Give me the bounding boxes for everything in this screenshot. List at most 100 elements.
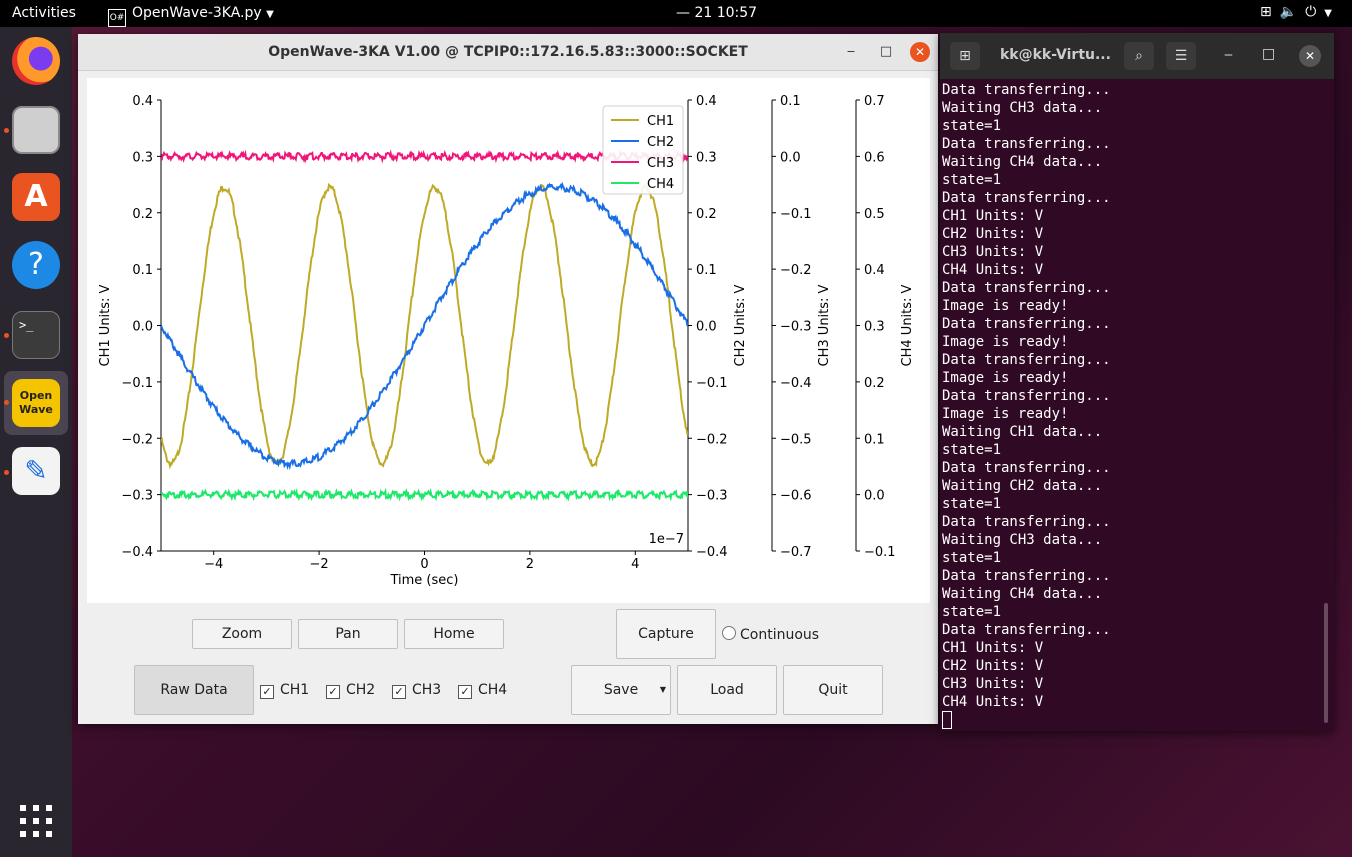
ch1-ytick-label: −0.2 (121, 432, 153, 447)
series-ch2-line (161, 181, 688, 471)
ch2-ytick-label: −0.1 (696, 376, 728, 391)
ch2-ytick-label: 0.2 (696, 207, 717, 222)
files-icon[interactable] (12, 106, 60, 154)
terminal-titlebar[interactable]: ⊞ kk@kk-Virtu... ⌕ ☰ ‒ □ ✕ (940, 33, 1334, 79)
window-titlebar[interactable]: OpenWave-3KA V1.00 @ TCPIP0::172.16.5.83… (78, 34, 938, 71)
terminal-scrollbar[interactable] (1324, 603, 1328, 723)
plot-canvas[interactable]: 0.4 0.3 0.2 0.1 0.0 −0.1 −0.2 −0.3 −0.4 0.4 0.3 0.2… (87, 78, 930, 603)
waveform-chart: 0.4 0.3 0.2 0.1 0.0 −0.1 −0.2 −0.3 −0.4 0.4 0.3 0.2… (98, 94, 915, 588)
ch3-ytick-label: −0.2 (780, 263, 812, 278)
ch2-ytick-label: 0.4 (696, 94, 717, 109)
ch3-checkbox[interactable]: ✓ CH3 (392, 682, 441, 699)
clock[interactable]: — 21 10:57 (676, 5, 757, 21)
close-icon[interactable]: ✕ (910, 42, 930, 62)
ch3-ytick-label: 0.1 (780, 94, 801, 109)
ch4-ytick-label: 0.4 (864, 263, 885, 278)
terminal-title: kk@kk-Virtu... (1000, 47, 1111, 63)
continuous-radio[interactable]: Continuous (722, 626, 819, 643)
terminal-output[interactable]: Data transferring... Waiting CH3 data... s… (942, 81, 1322, 731)
series-ch4-line (161, 487, 688, 502)
ch4-ytick-label: 0.3 (864, 320, 885, 335)
running-indicator (4, 400, 9, 405)
save-button[interactable]: Save ▼ (571, 665, 671, 715)
network-icon[interactable]: ⊞ (1260, 4, 1280, 20)
new-tab-icon[interactable]: ⊞ (950, 42, 980, 70)
maximize-icon[interactable]: □ (877, 43, 895, 61)
volume-icon[interactable]: 🔈 (1280, 4, 1305, 20)
text-editor-icon[interactable]: ✎ (12, 447, 60, 495)
ch1-ytick-label: 0.2 (132, 207, 153, 222)
load-button[interactable]: Load (677, 665, 777, 715)
ch4-ytick-label: 0.7 (864, 94, 885, 109)
apps-grid-icon[interactable] (20, 805, 52, 837)
continuous-label: Continuous (740, 627, 820, 643)
dropdown-arrow-icon[interactable]: ▼ (660, 666, 666, 714)
terminal-line: Data transferring... (942, 568, 1111, 584)
ch1-checkbox[interactable]: ✓ CH1 (260, 682, 309, 699)
search-icon[interactable]: ⌕ (1124, 42, 1154, 70)
ch2-ytick-label: 0.0 (696, 320, 717, 335)
terminal-line: CH1 Units: V (942, 640, 1044, 656)
terminal-icon[interactable]: >_ (12, 311, 60, 359)
ch4-ytick-label: 0.6 (864, 150, 885, 165)
legend-label-ch4: CH4 (647, 177, 674, 192)
system-tray[interactable]: ⊞🔈⏻▼ (1260, 4, 1340, 20)
x-axis-label: Time (sec) (389, 573, 458, 588)
hamburger-menu-icon[interactable]: ☰ (1166, 42, 1196, 70)
activities-button[interactable]: Activities (12, 5, 76, 21)
maximize-icon[interactable]: □ (1262, 46, 1275, 62)
ch3-ytick-label: −0.7 (780, 545, 812, 560)
terminal-line: Data transferring... (942, 136, 1111, 152)
pan-button[interactable]: Pan (298, 619, 398, 649)
terminal-line: Image is ready! (942, 298, 1069, 314)
ch2-axis-label: CH2 Units: V (733, 284, 748, 366)
close-icon[interactable]: ✕ (1299, 45, 1321, 67)
terminal-line: state=1 (942, 604, 1002, 620)
terminal-line: CH3 Units: V (942, 244, 1044, 260)
ch2-checkbox[interactable]: ✓ CH2 (326, 682, 375, 699)
terminal-line: Waiting CH1 data... (942, 424, 1103, 440)
firefox-icon[interactable] (12, 37, 60, 85)
ch3-ytick-label: −0.3 (780, 320, 812, 335)
capture-button[interactable]: Capture (616, 609, 716, 659)
raw-data-button[interactable]: Raw Data (134, 665, 254, 715)
running-indicator (4, 128, 9, 133)
radio-circle[interactable] (722, 626, 736, 640)
minimize-icon[interactable]: ‒ (842, 43, 860, 61)
power-icon[interactable]: ⏻ (1305, 4, 1324, 20)
legend-label-ch2: CH2 (647, 135, 674, 150)
terminal-line: Waiting CH2 data... (942, 478, 1103, 494)
ch1-ytick-label: 0.4 (132, 94, 153, 109)
running-indicator (4, 333, 9, 338)
chevron-down-icon[interactable]: ▼ (1324, 8, 1340, 19)
terminal-line: Data transferring... (942, 316, 1111, 332)
xtick-label: 4 (631, 557, 639, 572)
minimize-icon[interactable]: ‒ (1224, 47, 1233, 63)
ch4-checkbox[interactable]: ✓ CH4 (458, 682, 507, 699)
ch1-ytick-label: −0.1 (121, 376, 153, 391)
terminal-line: Data transferring... (942, 460, 1111, 476)
zoom-button[interactable]: Zoom (192, 619, 292, 649)
running-indicator (4, 470, 9, 475)
ch4-checkbox-label: CH4 (478, 682, 508, 698)
software-center-icon[interactable]: A (12, 173, 60, 221)
check-icon[interactable]: ✓ (392, 685, 406, 699)
openwave-window: OpenWave-3KA V1.00 @ TCPIP0::172.16.5.83… (78, 34, 938, 724)
terminal-line: state=1 (942, 442, 1002, 458)
quit-button[interactable]: Quit (783, 665, 883, 715)
check-icon[interactable]: ✓ (326, 685, 340, 699)
ch4-ytick-label: 0.0 (864, 489, 885, 504)
check-icon[interactable]: ✓ (260, 685, 274, 699)
openwave-icon[interactable]: Open Wave (12, 379, 60, 427)
legend-label-ch3: CH3 (647, 156, 674, 171)
terminal-line: Image is ready! (942, 370, 1069, 386)
ch1-ytick-label: −0.3 (121, 489, 153, 504)
terminal-line: state=1 (942, 496, 1002, 512)
help-icon[interactable]: ? (12, 241, 60, 289)
terminal-cursor (942, 711, 952, 729)
app-menu[interactable]: O# OpenWave-3KA.py ▼ (108, 5, 274, 27)
home-button[interactable]: Home (404, 619, 504, 649)
terminal-line: CH2 Units: V (942, 226, 1044, 242)
ch1-axis-label: CH1 Units: V (98, 284, 113, 366)
check-icon[interactable]: ✓ (458, 685, 472, 699)
